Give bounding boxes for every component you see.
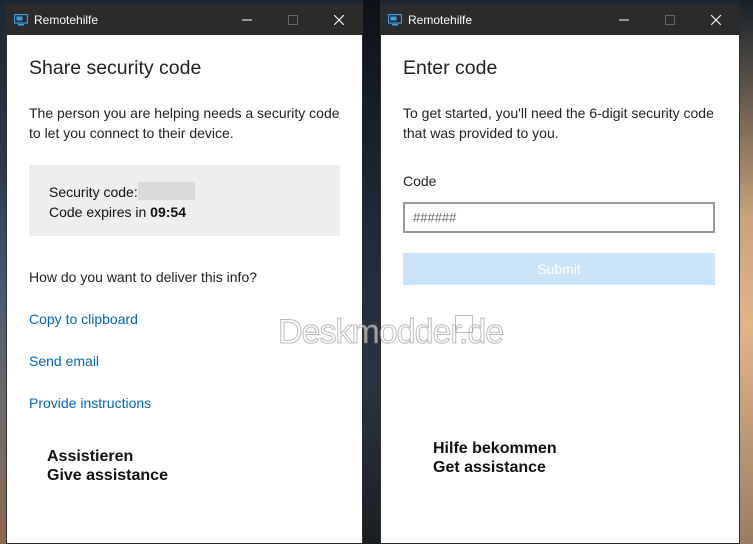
minimize-icon: [619, 19, 629, 21]
caption-line-english: Get assistance: [433, 459, 546, 476]
window-title: Remotehilfe: [408, 13, 473, 27]
watermark-edit-icon: [455, 315, 473, 333]
title-bar[interactable]: Remotehilfe: [7, 5, 362, 35]
caption-line-german: Assistieren: [47, 448, 134, 465]
page-title: Share security code: [29, 57, 202, 79]
desktop-background-edge: [740, 0, 753, 544]
expires-label: Code expires in: [49, 204, 151, 220]
close-button[interactable]: [693, 5, 739, 35]
close-button[interactable]: [316, 5, 362, 35]
maximize-button: [270, 5, 316, 35]
security-code-label: Security code:: [49, 184, 138, 200]
maximize-icon: [288, 15, 298, 25]
page-title: Enter code: [403, 57, 498, 79]
code-field-label: Code: [403, 173, 437, 189]
security-code-box: Security code: Code expires in 09:54: [29, 165, 340, 236]
maximize-icon: [665, 15, 675, 25]
caption-line-english: Give assistance: [47, 467, 168, 484]
description-text: The person you are helping needs a secur…: [29, 105, 340, 141]
give-assistance-window: Remotehilfe Share security code The pers…: [6, 4, 363, 544]
remote-assistance-app-icon: [14, 14, 28, 26]
expires-countdown: 09:54: [150, 204, 186, 220]
minimize-button[interactable]: [601, 5, 647, 35]
close-icon: [711, 15, 721, 25]
minimize-icon: [242, 19, 252, 21]
maximize-button: [647, 5, 693, 35]
delivery-question: How do you want to deliver this info?: [29, 269, 258, 285]
provide-instructions-link[interactable]: Provide instructions: [29, 395, 340, 411]
get-assistance-window: Remotehilfe Enter code To get started, y…: [380, 4, 740, 544]
description-text: To get started, you'll need the 6-digit …: [403, 105, 714, 141]
minimize-button[interactable]: [224, 5, 270, 35]
remote-assistance-app-icon: [388, 14, 402, 26]
caption-get-assistance: Hilfe bekommen Get assistance: [433, 439, 557, 477]
send-email-link[interactable]: Send email: [29, 353, 340, 369]
submit-button[interactable]: Submit: [403, 253, 715, 285]
caption-give-assistance: Assistieren Give assistance: [47, 447, 168, 485]
redacted-security-code: [137, 182, 195, 200]
code-input[interactable]: [403, 202, 715, 233]
title-bar[interactable]: Remotehilfe: [381, 5, 739, 35]
caption-line-german: Hilfe bekommen: [433, 440, 557, 457]
window-title: Remotehilfe: [34, 13, 99, 27]
close-icon: [334, 15, 344, 25]
desktop-background: [363, 0, 380, 544]
